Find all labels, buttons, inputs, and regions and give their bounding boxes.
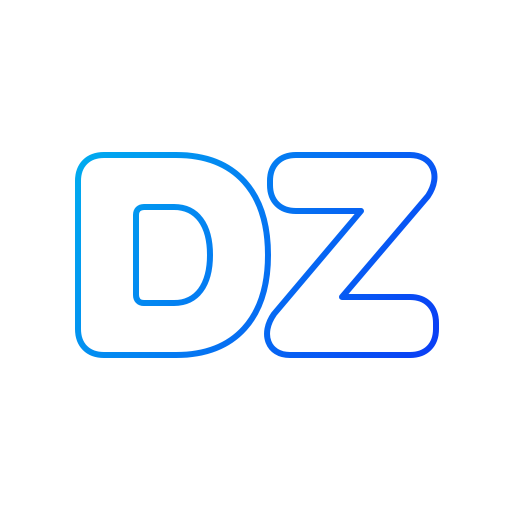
letter-d-counter	[133, 204, 213, 306]
letter-d-outline	[75, 152, 271, 358]
logo-text: DZ	[255, 259, 257, 261]
dz-logo-icon: DZ	[75, 152, 439, 358]
icon-canvas: DZ	[0, 0, 512, 512]
letter-z-outline	[264, 152, 439, 358]
